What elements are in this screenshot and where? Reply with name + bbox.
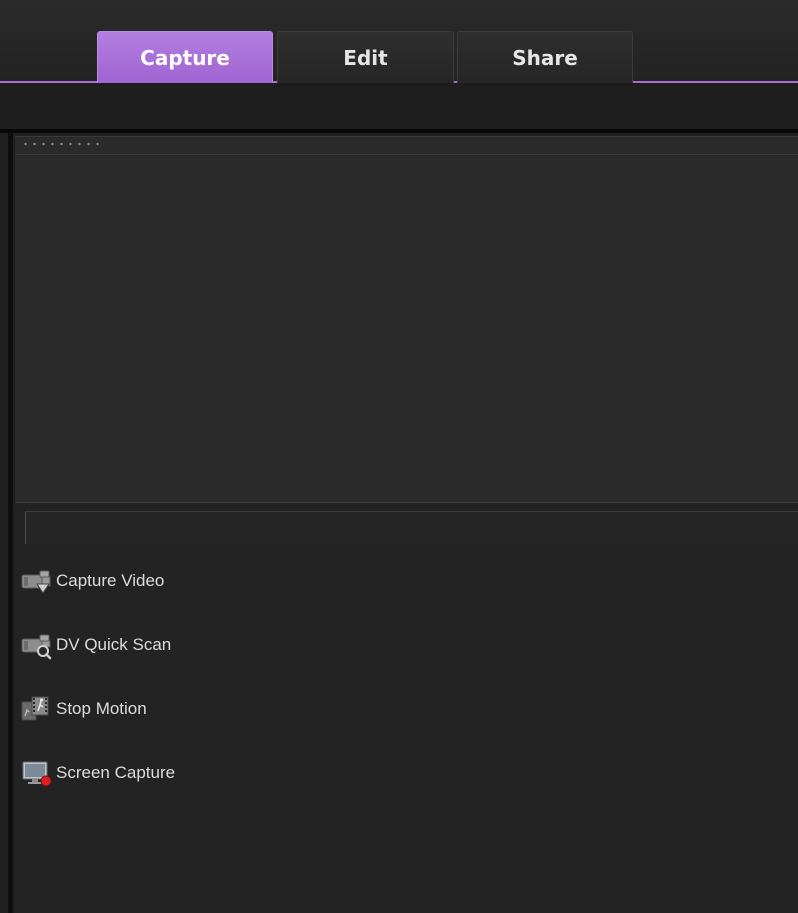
camcorder-scan-icon xyxy=(20,630,54,660)
options-panel-header xyxy=(25,511,798,544)
film-stop-motion-icon xyxy=(20,694,54,724)
main-tab-bar: Capture Edit Share xyxy=(0,0,798,83)
stop-motion-option[interactable]: Stop Motion xyxy=(20,694,147,724)
preview-panel xyxy=(15,136,798,504)
dv-quick-scan-option[interactable]: DV Quick Scan xyxy=(20,630,171,660)
panel-splitter[interactable] xyxy=(15,502,798,511)
tab-share[interactable]: Share xyxy=(457,31,633,83)
screen-capture-label: Screen Capture xyxy=(56,763,176,782)
monitor-record-icon xyxy=(20,758,54,788)
tab-capture[interactable]: Capture xyxy=(97,31,273,83)
capture-video-option[interactable]: Capture Video xyxy=(20,566,164,596)
screen-capture-option[interactable]: Screen Capture xyxy=(20,758,175,788)
drag-grip-icon[interactable] xyxy=(21,142,99,146)
secondary-toolbar xyxy=(0,85,798,129)
tab-edit[interactable]: Edit xyxy=(277,31,454,83)
capture-video-label: Capture Video xyxy=(56,571,165,590)
panel-header-divider xyxy=(15,154,798,155)
camcorder-icon xyxy=(20,566,54,596)
left-panel-edge xyxy=(8,133,13,913)
stop-motion-label: Stop Motion xyxy=(56,699,147,718)
dv-quick-scan-label: DV Quick Scan xyxy=(56,635,172,654)
app-window: Capture Edit Share Capture Video DV Quic… xyxy=(0,0,798,913)
